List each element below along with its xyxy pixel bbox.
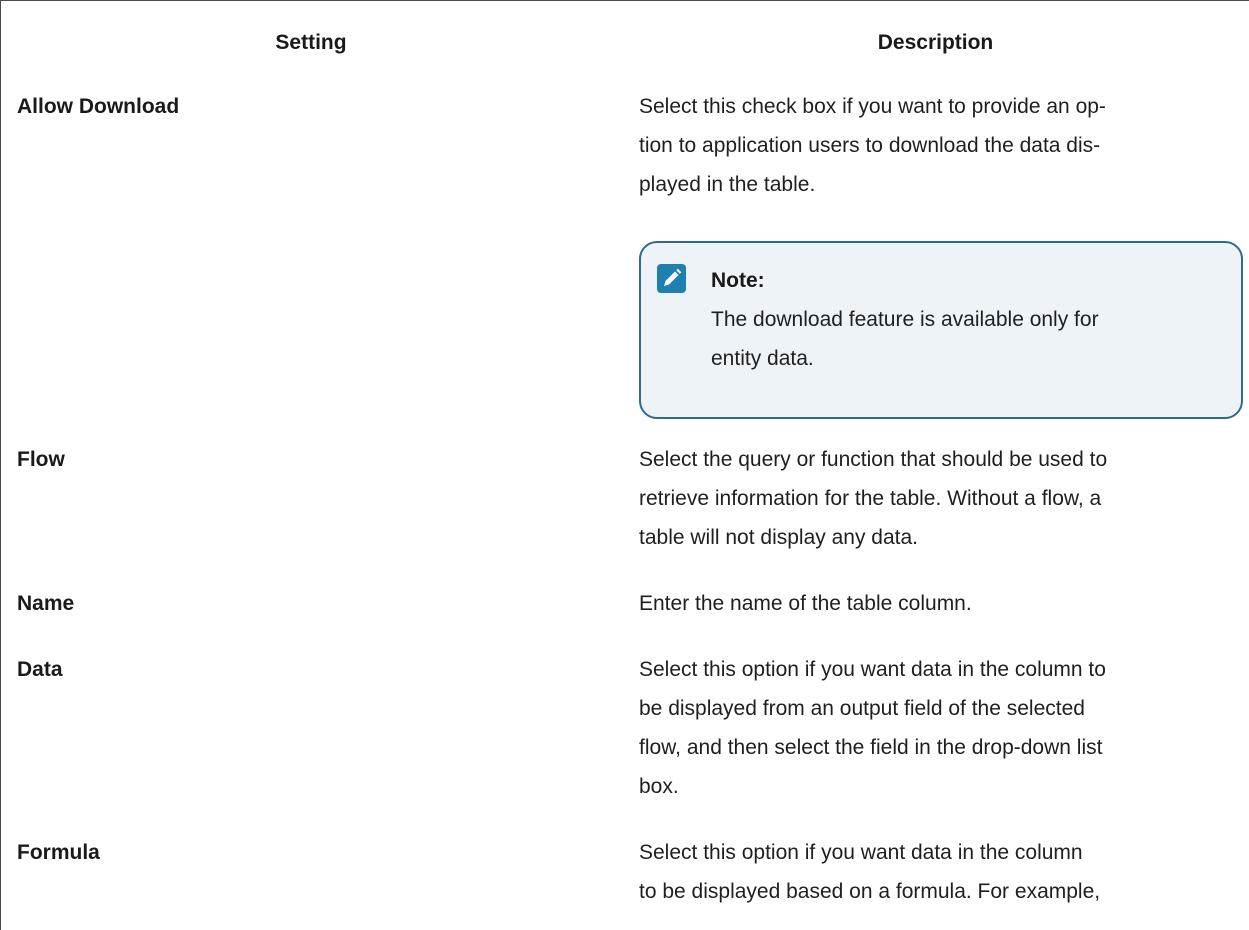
description-line: flow, and then select the field in the d…	[639, 736, 1103, 759]
setting-name: Name	[17, 592, 75, 615]
description-name: Enter the name of the table column.	[639, 584, 1247, 623]
description-line: Select the query or function that should…	[639, 448, 1108, 471]
description-allow-download: Select this check box if you want to pro…	[639, 87, 1247, 204]
setting-formula: Formula	[17, 841, 100, 864]
description-line: Enter the name of the table column.	[639, 592, 972, 615]
setting-flow: Flow	[17, 448, 65, 471]
description-line: table will not display any data.	[639, 526, 918, 549]
description-line: Select this check box if you want to pro…	[639, 95, 1106, 118]
header-description: Description	[877, 31, 994, 54]
description-data: Select this option if you want data in t…	[639, 650, 1247, 806]
description-line: played in the table.	[639, 173, 816, 196]
settings-table: Setting Description Allow Download Selec…	[0, 0, 1249, 930]
description-formula: Select this option if you want data in t…	[639, 833, 1247, 911]
description-line: retrieve information for the table. With…	[639, 487, 1102, 510]
note-line: entity data.	[711, 347, 814, 370]
note-title: Note:	[711, 269, 765, 292]
pencil-icon	[657, 264, 686, 293]
description-line: to be displayed based on a formula. For …	[639, 880, 1101, 903]
description-line: Select this option if you want data in t…	[639, 658, 1106, 681]
description-line: tion to application users to download th…	[639, 134, 1101, 157]
setting-allow-download: Allow Download	[17, 95, 180, 118]
description-line: box.	[639, 775, 679, 798]
header-setting: Setting	[275, 31, 347, 54]
note-text: The download feature is available only f…	[711, 300, 1231, 378]
description-line: be displayed from an output field of the…	[639, 697, 1085, 720]
description-flow: Select the query or function that should…	[639, 440, 1247, 557]
note-callout: Note: The download feature is available …	[639, 241, 1243, 419]
description-line: Select this option if you want data in t…	[639, 841, 1083, 864]
note-line: The download feature is available only f…	[711, 308, 1099, 331]
setting-data: Data	[17, 658, 63, 681]
